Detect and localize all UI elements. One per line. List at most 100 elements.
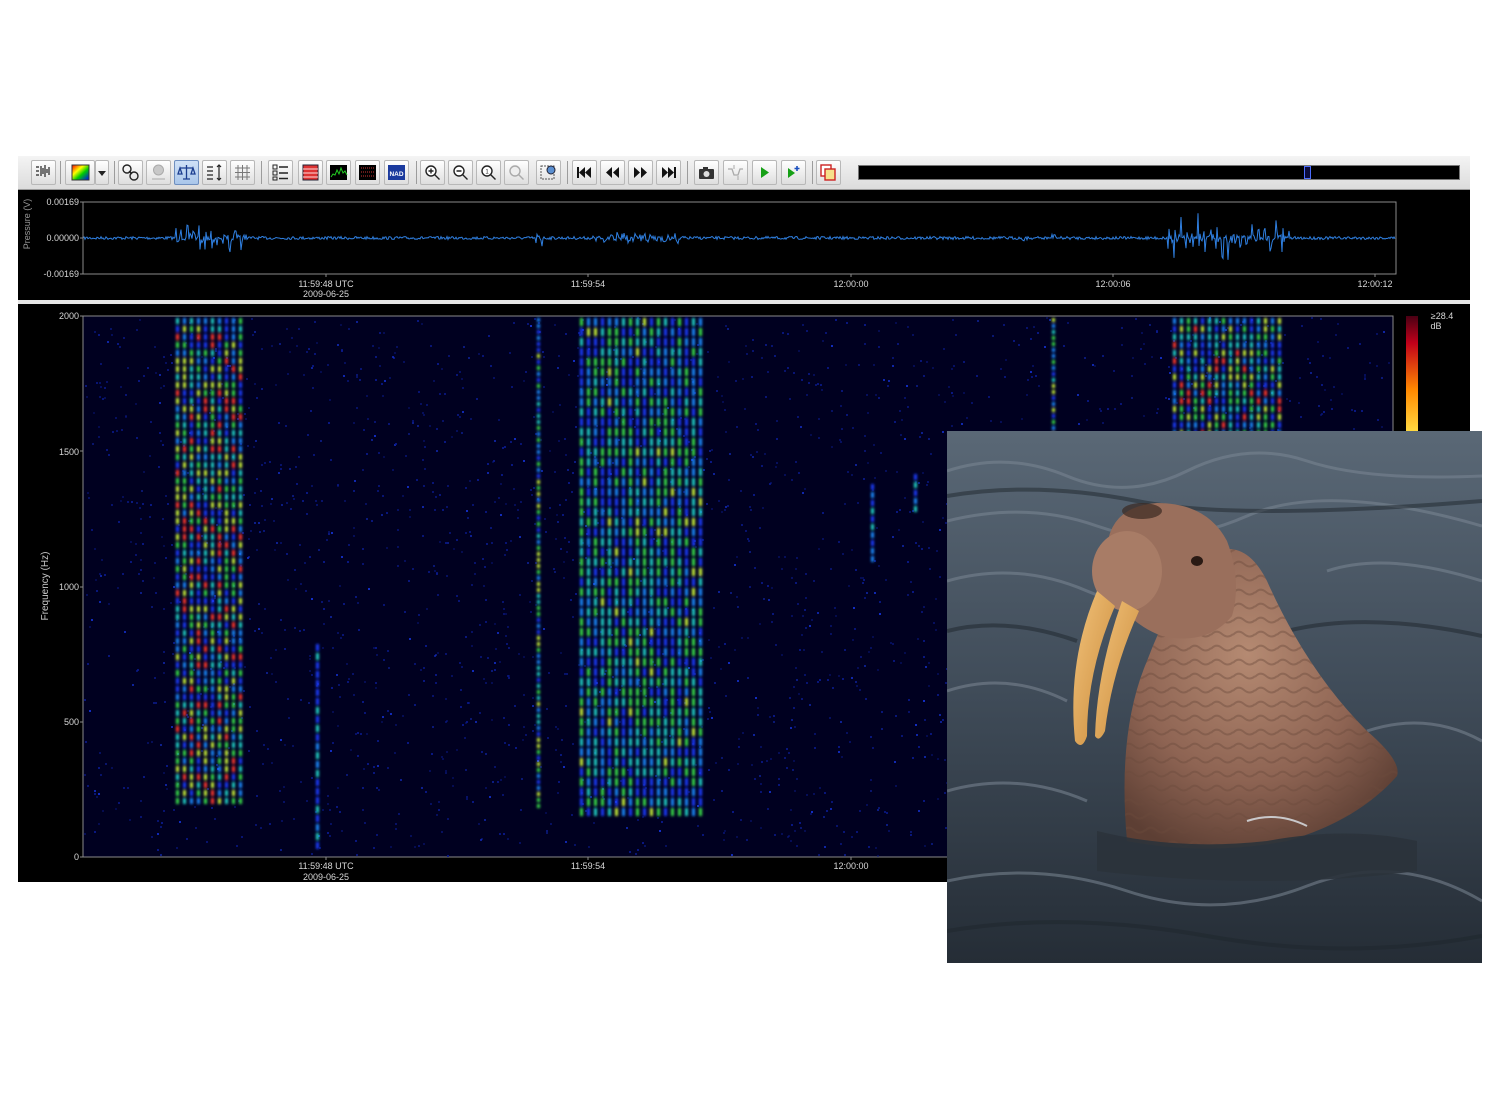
spectrogram-energy-cell xyxy=(601,458,604,466)
spectrogram-energy-cell xyxy=(211,342,214,348)
spectrogram-energy-cell xyxy=(225,486,228,492)
link-button[interactable] xyxy=(118,160,143,185)
checklist-button[interactable] xyxy=(268,160,293,185)
spectrogram-energy-cell xyxy=(608,418,611,426)
spectrogram-energy-cell xyxy=(218,318,221,324)
spectrogram-energy-cell xyxy=(587,348,590,356)
zoom-out-button[interactable] xyxy=(448,160,473,185)
spectrogram-energy-cell xyxy=(218,470,221,476)
spectrogram-energy-cell xyxy=(664,758,667,766)
waveform-panel[interactable]: Pressure (V) 0.00169 0.00000 -0.00169 11… xyxy=(18,190,1470,300)
zoom-selection-button[interactable] xyxy=(504,160,529,185)
spectrogram-energy-cell xyxy=(239,350,242,356)
spectrogram-energy-cell xyxy=(643,418,646,426)
spectrogram-energy-cell xyxy=(692,788,695,796)
spectrogram-energy-cell xyxy=(211,382,214,388)
spectrogram-energy-cell xyxy=(1229,366,1232,372)
spectrogram-energy-cell xyxy=(204,686,207,692)
spectrum-button[interactable] xyxy=(326,160,351,185)
skip-end-button[interactable] xyxy=(656,160,681,185)
spectrogram-energy-cell xyxy=(1208,374,1211,380)
spectrogram-energy-cell xyxy=(225,510,228,516)
spectrogram-energy-cell xyxy=(232,430,235,436)
spectrogram-energy-cell xyxy=(608,668,611,676)
spectrogram-energy-cell xyxy=(664,318,667,326)
spectrogram-energy-cell xyxy=(1208,414,1211,420)
zoom-fit-button[interactable]: 1 xyxy=(476,160,501,185)
spectrogram-energy-cell xyxy=(1271,342,1274,348)
spectrogram-energy-cell xyxy=(664,448,667,456)
spectrogram-energy-cell xyxy=(1229,414,1232,420)
spectrogram-energy-cell xyxy=(1243,342,1246,348)
marker-button[interactable] xyxy=(146,160,171,185)
spectrogram-energy-cell xyxy=(650,808,653,816)
spectrogram-energy-cell xyxy=(685,598,688,606)
spectrogram-energy-cell xyxy=(601,408,604,416)
spectrogram-energy-cell xyxy=(629,808,632,816)
spectrogram-energy-cell xyxy=(671,738,674,746)
spectrogram-energy-cell xyxy=(197,510,200,516)
spectrogram-energy-cell xyxy=(218,606,221,612)
spectrogram-energy-cell xyxy=(629,478,632,486)
spectrogram-energy-cell xyxy=(580,638,583,646)
colormap-dropdown[interactable] xyxy=(95,160,109,185)
spectrogram-energy-cell xyxy=(1257,414,1260,420)
spectrogram-energy-cell xyxy=(587,568,590,576)
balance-button[interactable] xyxy=(174,160,199,185)
spectrogram-energy-cell xyxy=(183,726,186,732)
spectrogram-energy-cell xyxy=(601,678,604,686)
spectrogram-energy-cell xyxy=(580,458,583,466)
export-button[interactable] xyxy=(816,160,841,185)
play-button[interactable] xyxy=(752,160,777,185)
spectrogram-energy-cell xyxy=(1250,318,1253,324)
spectrogram-energy-cell xyxy=(650,738,653,746)
amplitude-scale-button[interactable] xyxy=(202,160,227,185)
spectrogram-energy-cell xyxy=(239,518,242,524)
spectrogram-energy-cell xyxy=(650,518,653,526)
nad-button[interactable]: NAD xyxy=(384,160,409,185)
camera-button[interactable] xyxy=(694,160,719,185)
timeline-scrollbar[interactable] xyxy=(858,165,1460,180)
grid-button[interactable] xyxy=(230,160,255,185)
spectrogram-energy-cell xyxy=(211,702,214,708)
spectrogram-energy-cell xyxy=(183,374,186,380)
skip-start-button[interactable] xyxy=(572,160,597,185)
spectrogram-energy-cell xyxy=(608,488,611,496)
spectrogram-energy-cell xyxy=(176,718,179,724)
spectrogram-energy-cell xyxy=(176,326,179,332)
spectrogram-energy-cell xyxy=(664,398,667,406)
spectrogram-energy-cell xyxy=(636,738,639,746)
spectrogram-energy-cell xyxy=(537,420,540,424)
spectrogram-energy-cell xyxy=(183,414,186,420)
spectrogram-energy-cell xyxy=(316,671,319,678)
spectrogram-energy-cell xyxy=(1264,422,1267,428)
spectrogram-button[interactable] xyxy=(355,160,380,185)
filter-button[interactable] xyxy=(723,160,748,185)
spectrogram-energy-cell xyxy=(601,778,604,786)
play-selection-button[interactable] xyxy=(781,160,806,185)
spectrogram-energy-cell xyxy=(629,728,632,736)
waveform-view-button[interactable] xyxy=(31,160,56,185)
spectrogram-energy-cell xyxy=(1201,326,1204,332)
spectrogram-energy-cell xyxy=(615,708,618,716)
settings-button[interactable] xyxy=(536,160,561,185)
fast-forward-button[interactable] xyxy=(628,160,653,185)
spectrogram-energy-cell xyxy=(615,388,618,396)
layout-button[interactable] xyxy=(298,160,323,185)
spectrogram-energy-cell xyxy=(176,574,179,580)
zoom-in-button[interactable] xyxy=(420,160,445,185)
spectrogram-energy-cell xyxy=(615,808,618,816)
spectrogram-energy-cell xyxy=(622,628,625,636)
spectrogram-energy-cell xyxy=(1215,422,1218,428)
spectrogram-energy-cell xyxy=(204,574,207,580)
spectrogram-energy-cell xyxy=(692,528,695,536)
spectrogram-energy-cell xyxy=(176,654,179,660)
colormap-button[interactable] xyxy=(65,160,95,185)
spectrogram-energy-cell xyxy=(580,558,583,566)
spectrogram-energy-cell xyxy=(204,358,207,364)
spectrogram-energy-cell xyxy=(232,494,235,500)
timeline-scroll-thumb[interactable] xyxy=(1303,166,1311,179)
rewind-button[interactable] xyxy=(600,160,625,185)
spectrogram-energy-cell xyxy=(914,506,917,512)
spectrogram-energy-cell xyxy=(190,446,193,452)
